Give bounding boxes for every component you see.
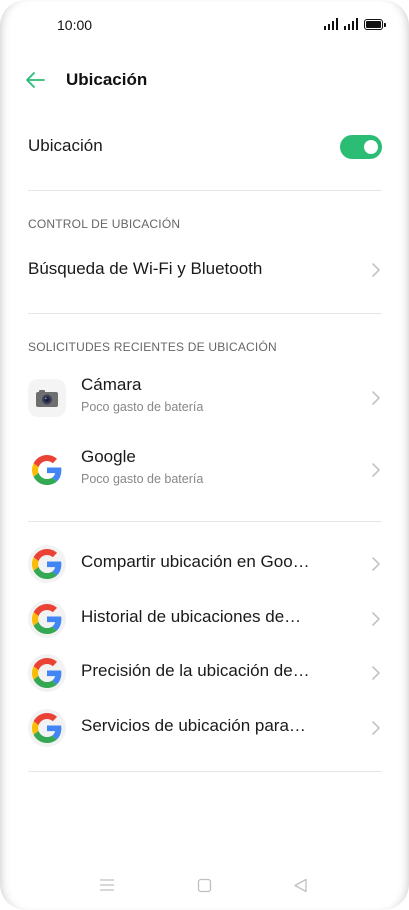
recent-request-camera[interactable]: Cámara Poco gasto de batería [28,372,382,424]
app-name: Google [81,447,136,466]
google-icon [28,600,66,638]
status-bar: 10:00 [0,0,409,50]
menu-icon[interactable] [99,878,115,892]
chevron-right-icon [372,391,380,405]
section-header-recent-requests: SOLICITUDES RECIENTES DE UBICACIÓN [28,340,277,354]
google-service-label: Compartir ubicación en Goo… [81,552,310,571]
google-service-item[interactable]: Historial de ubicaciones de… [28,593,382,645]
app-subtitle: Poco gasto de batería [81,472,204,486]
divider [28,190,382,191]
chevron-right-icon [372,263,380,277]
divider [28,771,382,772]
back-button[interactable] [22,66,50,94]
app-subtitle: Poco gasto de batería [81,400,204,414]
google-service-item[interactable]: Precisión de la ubicación de… [28,647,382,699]
signal-icon [344,18,358,30]
google-icon [28,654,66,692]
status-time: 10:00 [57,17,93,33]
location-toggle-label: Ubicación [28,136,103,155]
wifi-bluetooth-scan-item[interactable]: Búsqueda de Wi-Fi y Bluetooth [28,259,382,281]
app-name: Cámara [81,375,142,394]
battery-icon [364,18,386,30]
divider [28,521,382,522]
chevron-right-icon [372,721,380,735]
divider [28,313,382,314]
google-service-item[interactable]: Servicios de ubicación para… [28,702,382,754]
chevron-right-icon [372,612,380,626]
signal-icon [324,18,338,30]
location-switch[interactable] [340,135,382,159]
google-service-label: Historial de ubicaciones de… [81,607,302,626]
chevron-right-icon [372,666,380,680]
section-header-location-control: CONTROL DE UBICACIÓN [28,217,181,231]
google-service-item[interactable]: Compartir ubicación en Goo… [28,538,382,590]
back-arrow-icon [26,72,45,88]
google-icon [28,709,66,747]
google-icon [28,545,66,583]
back-nav-icon[interactable] [293,878,308,893]
chevron-right-icon [372,463,380,477]
navigation-bar [0,858,409,910]
google-service-label: Precisión de la ubicación de… [81,661,310,680]
app-bar: Ubicación [0,58,409,102]
wifi-bluetooth-scan-label: Búsqueda de Wi-Fi y Bluetooth [28,259,263,278]
google-icon [28,451,66,489]
home-button-icon[interactable] [197,878,212,893]
google-service-label: Servicios de ubicación para… [81,716,306,735]
location-toggle-row[interactable]: Ubicación [28,135,382,160]
chevron-right-icon [372,557,380,571]
page-title: Ubicación [66,70,148,89]
status-icons [324,18,386,30]
switch-knob [364,140,378,154]
recent-request-google[interactable]: Google Poco gasto de batería [28,444,382,496]
camera-icon [28,379,66,417]
